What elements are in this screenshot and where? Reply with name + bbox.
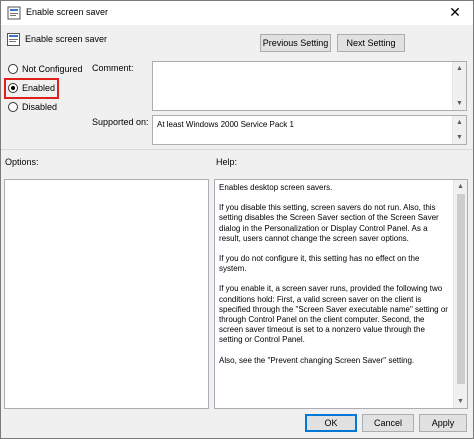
help-label: Help: bbox=[216, 157, 238, 167]
apply-button[interactable]: Apply bbox=[419, 414, 467, 432]
scroll-down-icon[interactable]: ▼ bbox=[456, 397, 465, 406]
supported-on-value: At least Windows 2000 Service Pack 1 bbox=[157, 120, 294, 129]
supported-on-field[interactable]: At least Windows 2000 Service Pack 1 ▲ ▼ bbox=[152, 115, 467, 145]
policy-dialog: Enable screen saver ✕ Enable screen save… bbox=[0, 0, 474, 439]
radio-label: Disabled bbox=[22, 102, 58, 112]
radio-enabled[interactable]: Enabled bbox=[8, 81, 55, 95]
radio-label: Not Configured bbox=[22, 64, 83, 74]
next-setting-button[interactable]: Next Setting bbox=[337, 34, 405, 52]
help-paragraph: Also, see the "Prevent changing Screen S… bbox=[219, 355, 415, 365]
policy-icon bbox=[7, 6, 21, 20]
options-label: Options: bbox=[5, 157, 39, 167]
help-paragraph: If you disable this setting, screen save… bbox=[219, 203, 439, 243]
ok-label: OK bbox=[324, 418, 338, 428]
next-setting-label: Next Setting bbox=[346, 38, 396, 48]
help-paragraph: If you enable it, a screen saver runs, p… bbox=[219, 284, 448, 345]
radio-button[interactable] bbox=[8, 83, 18, 93]
previous-setting-button[interactable]: Previous Setting bbox=[260, 34, 331, 52]
setting-icon bbox=[7, 33, 20, 46]
help-paragraph: If you do not configure it, this setting… bbox=[219, 254, 420, 274]
previous-setting-label: Previous Setting bbox=[262, 38, 329, 48]
radio-disabled[interactable]: Disabled bbox=[8, 100, 57, 114]
comment-scrollbar[interactable]: ▲ ▼ bbox=[452, 62, 466, 110]
scroll-down-icon[interactable]: ▼ bbox=[455, 133, 464, 142]
radio-label: Enabled bbox=[22, 83, 56, 93]
ok-button[interactable]: OK bbox=[305, 414, 357, 432]
window-title: Enable screen saver bbox=[26, 7, 109, 17]
help-panel[interactable]: Enables desktop screen savers. If you di… bbox=[214, 179, 468, 409]
supported-on-label: Supported on: bbox=[92, 117, 149, 127]
cancel-label: Cancel bbox=[373, 418, 402, 428]
title-bar[interactable]: Enable screen saver ✕ bbox=[1, 1, 473, 25]
scroll-thumb[interactable] bbox=[457, 194, 465, 384]
radio-button[interactable] bbox=[8, 64, 18, 74]
policy-name: Enable screen saver bbox=[25, 34, 108, 44]
scroll-up-icon[interactable]: ▲ bbox=[455, 64, 464, 73]
help-paragraph: Enables desktop screen savers. bbox=[219, 183, 333, 192]
supported-scrollbar[interactable]: ▲ ▼ bbox=[452, 116, 466, 144]
divider bbox=[1, 149, 473, 150]
options-panel bbox=[4, 179, 209, 409]
comment-label: Comment: bbox=[92, 63, 134, 73]
scroll-up-icon[interactable]: ▲ bbox=[456, 182, 465, 191]
help-scrollbar[interactable]: ▲ ▼ bbox=[453, 180, 467, 408]
scroll-down-icon[interactable]: ▼ bbox=[455, 99, 464, 108]
apply-label: Apply bbox=[431, 418, 455, 428]
radio-not-configured[interactable]: Not Configured bbox=[8, 62, 83, 76]
scroll-up-icon[interactable]: ▲ bbox=[455, 118, 464, 127]
cancel-button[interactable]: Cancel bbox=[362, 414, 414, 432]
radio-button[interactable] bbox=[8, 102, 18, 112]
close-icon[interactable]: ✕ bbox=[447, 4, 463, 20]
comment-field[interactable]: ▲ ▼ bbox=[152, 61, 467, 111]
help-text: Enables desktop screen savers. If you di… bbox=[219, 183, 449, 376]
